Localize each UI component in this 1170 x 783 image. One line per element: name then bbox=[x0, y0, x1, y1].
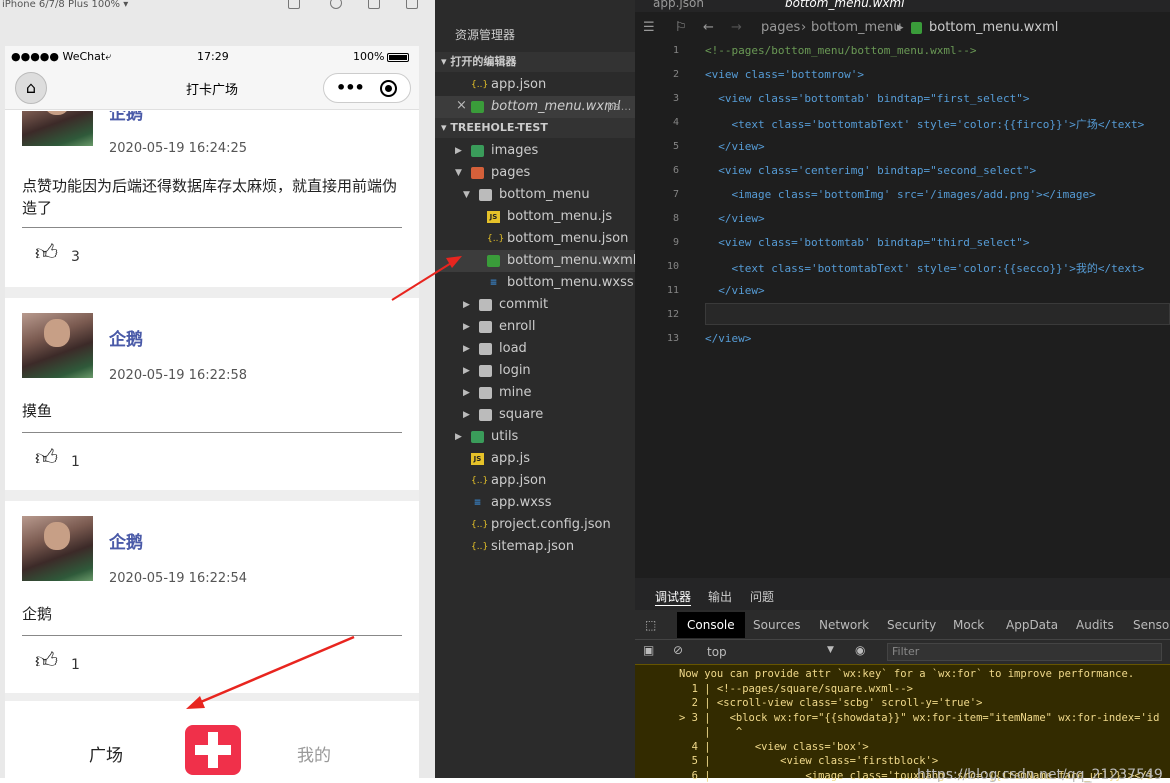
annotation-arrow bbox=[195, 635, 355, 706]
annotation-arrow bbox=[391, 259, 457, 301]
arrowhead bbox=[446, 256, 462, 268]
arrowhead bbox=[186, 696, 205, 709]
annotation-arrows bbox=[186, 256, 462, 709]
